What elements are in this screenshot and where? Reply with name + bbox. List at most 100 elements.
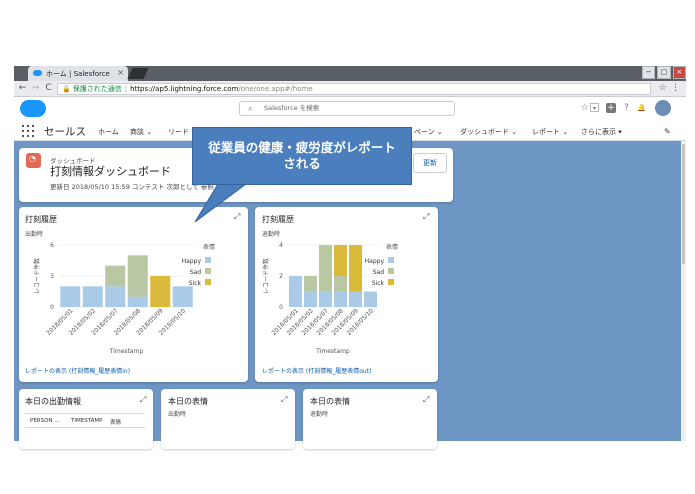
- bar-happy: [82, 286, 103, 307]
- secure-label: 保護された通信: [72, 85, 122, 93]
- forward-icon[interactable]: →: [30, 83, 41, 94]
- expand-icon[interactable]: ⤢: [140, 395, 146, 405]
- nav-tab-reports[interactable]: レポート ⌄: [532, 127, 568, 137]
- dashboard-icon: ◔: [26, 153, 41, 168]
- favorites-dropdown-icon[interactable]: ▾: [590, 103, 599, 112]
- tab-close-icon[interactable]: ×: [117, 68, 124, 77]
- widget-title: 打刻履歴: [262, 215, 294, 224]
- bar-sad: [304, 276, 317, 292]
- bar-happy: [172, 286, 193, 307]
- minimize-button[interactable]: −: [642, 66, 656, 79]
- help-icon[interactable]: ?: [621, 103, 632, 114]
- salesforce-favicon-icon: [33, 70, 42, 76]
- callout-line-2: される: [283, 156, 321, 171]
- view-report-link[interactable]: レポートの表示 (打刻情報_履歴表情in): [25, 366, 130, 375]
- bar-happy: [304, 291, 317, 307]
- reload-icon[interactable]: C: [43, 83, 54, 94]
- y-tick-label: 0: [279, 304, 283, 311]
- bar-chart-punch-in: 0362018/05/012018/05/022018/05/072018/05…: [33, 242, 215, 355]
- expand-icon[interactable]: ⤢: [423, 395, 429, 405]
- url-path: /one/one.app#/home: [238, 85, 313, 93]
- global-actions-icon[interactable]: +: [606, 103, 616, 113]
- bar-sad: [319, 245, 332, 292]
- bar-happy: [334, 291, 347, 307]
- table-divider: [25, 413, 145, 414]
- refresh-button[interactable]: 更新: [413, 153, 447, 173]
- app-launcher-icon[interactable]: [22, 125, 34, 137]
- legend-title: 表情: [203, 243, 215, 251]
- bar-sick: [150, 276, 171, 307]
- expand-icon[interactable]: ⤢: [234, 212, 240, 222]
- scrollbar-thumb[interactable]: [682, 144, 685, 264]
- browser-menu-icon[interactable]: ⋮: [670, 83, 681, 94]
- bar-happy: [105, 286, 126, 307]
- y-axis-label: レコード件数: [33, 258, 41, 294]
- column-header-timestamp[interactable]: TIMESTAMP: [71, 418, 102, 424]
- table-divider: [25, 427, 145, 428]
- widget-title: 本日の表情: [168, 397, 208, 406]
- lock-icon: 🔒: [62, 85, 71, 93]
- expand-icon[interactable]: ⤢: [423, 212, 429, 222]
- widget-subtitle: 退勤時: [310, 411, 329, 418]
- bar-sick: [334, 245, 347, 276]
- address-bar[interactable]: 🔒 保護された通信 | https://ap5.lightning.force.com…: [57, 83, 651, 95]
- bar-happy: [364, 291, 377, 307]
- search-placeholder: Salesforce を検索: [264, 104, 320, 112]
- window-controls: − □ ×: [642, 66, 686, 79]
- maximize-button[interactable]: □: [657, 66, 671, 79]
- y-axis-label: レコード件数: [262, 258, 270, 294]
- x-axis-label: Timestamp: [315, 348, 350, 355]
- bookmark-star-icon[interactable]: ☆: [657, 83, 668, 94]
- y-tick-label: 2: [279, 273, 283, 280]
- url-host: https://ap5.lightning.force.com: [130, 85, 239, 93]
- legend-label: Sick: [372, 280, 385, 287]
- salesforce-logo-icon[interactable]: [20, 100, 46, 117]
- close-window-button[interactable]: ×: [672, 66, 686, 79]
- browser-tab[interactable]: ホーム | Salesforce ×: [28, 66, 128, 81]
- legend-swatch-happy: [388, 257, 394, 263]
- widget-title: 本日の表情: [310, 397, 350, 406]
- y-tick-label: 3: [50, 273, 54, 280]
- app-name: セールス: [44, 126, 86, 138]
- bar-happy: [349, 291, 362, 307]
- column-header-expression[interactable]: 表情: [110, 418, 121, 426]
- notifications-bell-icon[interactable]: 🔔: [636, 103, 647, 114]
- nav-tab-more[interactable]: さらに表示 ▾: [581, 127, 622, 137]
- legend-label: Sad: [373, 269, 384, 276]
- legend-label: Happy: [182, 258, 202, 265]
- legend-swatch-happy: [205, 257, 211, 263]
- dashboard-meta: 更新日 2018/05/10 15:59 コンテスト 次郎として 参照: [50, 183, 214, 191]
- view-report-link[interactable]: レポートの表示 (打刻情報_履歴表情out): [262, 366, 371, 375]
- column-header-person[interactable]: PERSON ...: [30, 418, 60, 424]
- legend-swatch-sick: [388, 279, 394, 285]
- bar-happy: [127, 296, 148, 307]
- edit-nav-icon[interactable]: ✎: [664, 127, 671, 136]
- nav-tab-opportunities[interactable]: 商談 ⌄: [130, 127, 152, 137]
- callout-line-1: 従業員の健康・疲労度がレポート: [208, 140, 396, 155]
- bar-chart-punch-out: 0242018/05/012018/05/022018/05/072018/05…: [262, 242, 398, 355]
- legend-swatch-sad: [388, 268, 394, 274]
- nav-tab-leads[interactable]: リード: [168, 127, 189, 137]
- y-tick-label: 6: [50, 242, 54, 249]
- bar-happy: [289, 276, 302, 307]
- widget-title: 本日の出勤情報: [25, 397, 81, 406]
- expand-icon[interactable]: ⤢: [281, 395, 287, 405]
- bar-sad: [127, 255, 148, 297]
- dashboard-title: 打刻情報ダッシュボード: [50, 165, 171, 178]
- favorites-icon[interactable]: ☆: [579, 103, 590, 114]
- callout-annotation: 従業員の健康・疲労度がレポート される: [192, 127, 412, 185]
- tab-title: ホーム | Salesforce: [46, 70, 110, 78]
- widget-title: 打刻履歴: [25, 215, 57, 224]
- nav-tab-dashboards[interactable]: ダッシュボード ⌄: [460, 127, 517, 137]
- user-avatar[interactable]: [655, 100, 671, 116]
- x-axis-label: Timestamp: [109, 348, 144, 355]
- legend-label: Happy: [365, 258, 385, 265]
- back-icon[interactable]: ←: [17, 83, 28, 94]
- legend-title: 表情: [386, 243, 398, 251]
- nav-tab-campaigns[interactable]: ペーン ⌄: [414, 127, 443, 137]
- y-tick-label: 4: [279, 242, 283, 249]
- global-search-input[interactable]: ⌕ Salesforce を検索: [239, 101, 455, 116]
- bar-happy: [60, 286, 81, 307]
- legend-label: Sad: [190, 269, 201, 276]
- bar-sad: [334, 276, 347, 292]
